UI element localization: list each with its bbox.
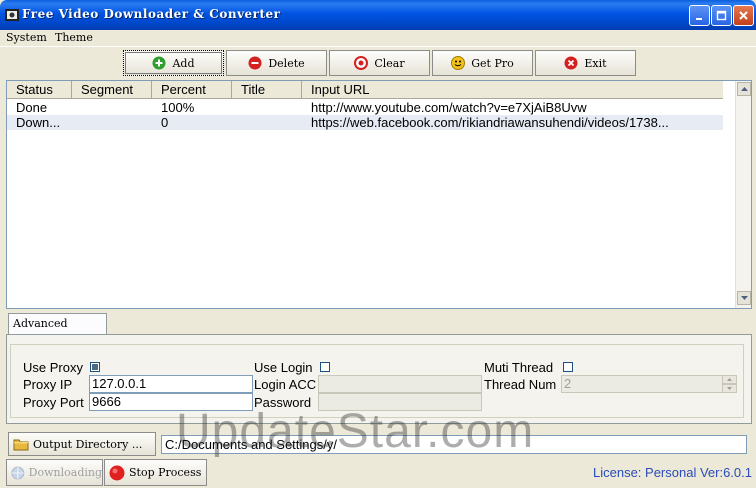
use-proxy-label: Use Proxy: [23, 360, 83, 375]
clear-label: Clear: [374, 56, 405, 70]
add-label: Add: [172, 56, 195, 70]
exit-icon: [564, 56, 578, 70]
thread-num-spinner[interactable]: [722, 375, 737, 393]
proxy-ip-label: Proxy IP: [23, 377, 73, 392]
minimize-icon: [696, 18, 702, 20]
get-pro-label: Get Pro: [471, 56, 514, 70]
column-segment[interactable]: Segment: [72, 81, 152, 99]
output-directory-label: Output Directory ...: [33, 437, 143, 451]
close-button[interactable]: [733, 5, 754, 26]
list-header: Status Segment Percent Title Input URL: [7, 81, 723, 99]
minimize-button[interactable]: [689, 5, 710, 26]
add-button[interactable]: Add: [123, 50, 224, 76]
column-status[interactable]: Status: [7, 81, 72, 99]
use-proxy-checkbox[interactable]: [90, 362, 100, 372]
window-title: Free Video Downloader & Converter: [22, 7, 281, 21]
use-login-checkbox[interactable]: [320, 362, 330, 372]
login-acc-label: Login ACC: [254, 377, 317, 392]
delete-label: Delete: [268, 56, 305, 70]
output-directory-button[interactable]: Output Directory ...: [8, 432, 156, 456]
thread-num-label: Thread Num: [484, 377, 557, 392]
password-label: Password: [254, 395, 312, 410]
column-percent[interactable]: Percent: [152, 81, 232, 99]
close-icon: [739, 11, 748, 20]
column-input-url[interactable]: Input URL: [302, 81, 723, 99]
scroll-down-button[interactable]: [737, 291, 751, 305]
scroll-up-button[interactable]: [737, 82, 751, 96]
delete-icon: [248, 56, 262, 70]
row-status: Down...: [16, 115, 61, 130]
clear-button[interactable]: Clear: [329, 50, 430, 76]
row-title: [232, 100, 302, 115]
muti-thread-checkbox[interactable]: [563, 362, 573, 372]
download-list[interactable]: Status Segment Percent Title Input URL D…: [6, 80, 752, 309]
stop-icon: [109, 465, 125, 480]
clear-icon: [354, 56, 369, 70]
app-icon: [5, 9, 19, 21]
menu-theme[interactable]: Theme: [55, 31, 93, 44]
spin-up-button[interactable]: [722, 375, 737, 384]
spin-down-button[interactable]: [722, 384, 737, 393]
stop-process-label: Stop Process: [129, 466, 202, 479]
arrow-down-icon: [727, 387, 732, 390]
exit-button[interactable]: Exit: [535, 50, 636, 76]
row-url: https://web.facebook.com/rikiandriawansu…: [311, 115, 669, 130]
row-url: http://www.youtube.com/watch?v=e7XjAiB8U…: [311, 100, 587, 115]
folder-icon: [13, 439, 29, 451]
maximize-icon: [716, 10, 727, 21]
arrow-up-icon: [727, 378, 732, 381]
use-login-label: Use Login: [254, 360, 313, 375]
download-globe-icon: [11, 466, 25, 479]
license-text: License: Personal Ver:6.0.1: [593, 465, 752, 480]
muti-thread-label: Muti Thread: [484, 360, 554, 375]
tab-advanced-option[interactable]: Advanced Option: [8, 313, 107, 350]
menu-system[interactable]: System: [6, 31, 47, 44]
menu-bar: System Theme: [0, 30, 756, 47]
login-acc-input[interactable]: [318, 375, 482, 393]
output-directory-input[interactable]: C:/Documents and Settings/y/: [161, 435, 747, 454]
row-segment: [72, 100, 152, 115]
downloading-button[interactable]: Downloading: [6, 459, 103, 486]
thread-num-input[interactable]: 2: [561, 375, 723, 393]
get-pro-button[interactable]: Get Pro: [432, 50, 533, 76]
arrow-up-icon: [740, 87, 748, 91]
column-title[interactable]: Title: [232, 81, 302, 99]
proxy-port-label: Proxy Port: [23, 395, 84, 410]
table-row[interactable]: Done 100% http://www.youtube.com/watch?v…: [7, 100, 723, 115]
arrow-down-icon: [740, 296, 748, 300]
maximize-button[interactable]: [711, 5, 732, 26]
exit-label: Exit: [584, 56, 607, 70]
stop-process-button[interactable]: Stop Process: [104, 459, 207, 486]
row-percent: 100%: [161, 100, 195, 115]
row-status: Done: [16, 100, 48, 115]
row-percent: 0: [161, 115, 169, 130]
smiley-icon: [451, 56, 466, 70]
password-input[interactable]: [318, 393, 482, 411]
row-title: [232, 115, 302, 130]
downloading-label: Downloading: [28, 466, 102, 479]
table-row[interactable]: Down... 0 https://web.facebook.com/rikia…: [7, 115, 723, 130]
row-segment: [72, 115, 152, 130]
proxy-port-input[interactable]: 9666: [89, 393, 253, 411]
proxy-ip-input[interactable]: 127.0.0.1: [89, 375, 253, 393]
add-icon: [152, 56, 166, 70]
list-scrollbar[interactable]: [735, 81, 751, 308]
title-bar[interactable]: Free Video Downloader & Converter: [0, 0, 756, 30]
delete-button[interactable]: Delete: [226, 50, 327, 76]
